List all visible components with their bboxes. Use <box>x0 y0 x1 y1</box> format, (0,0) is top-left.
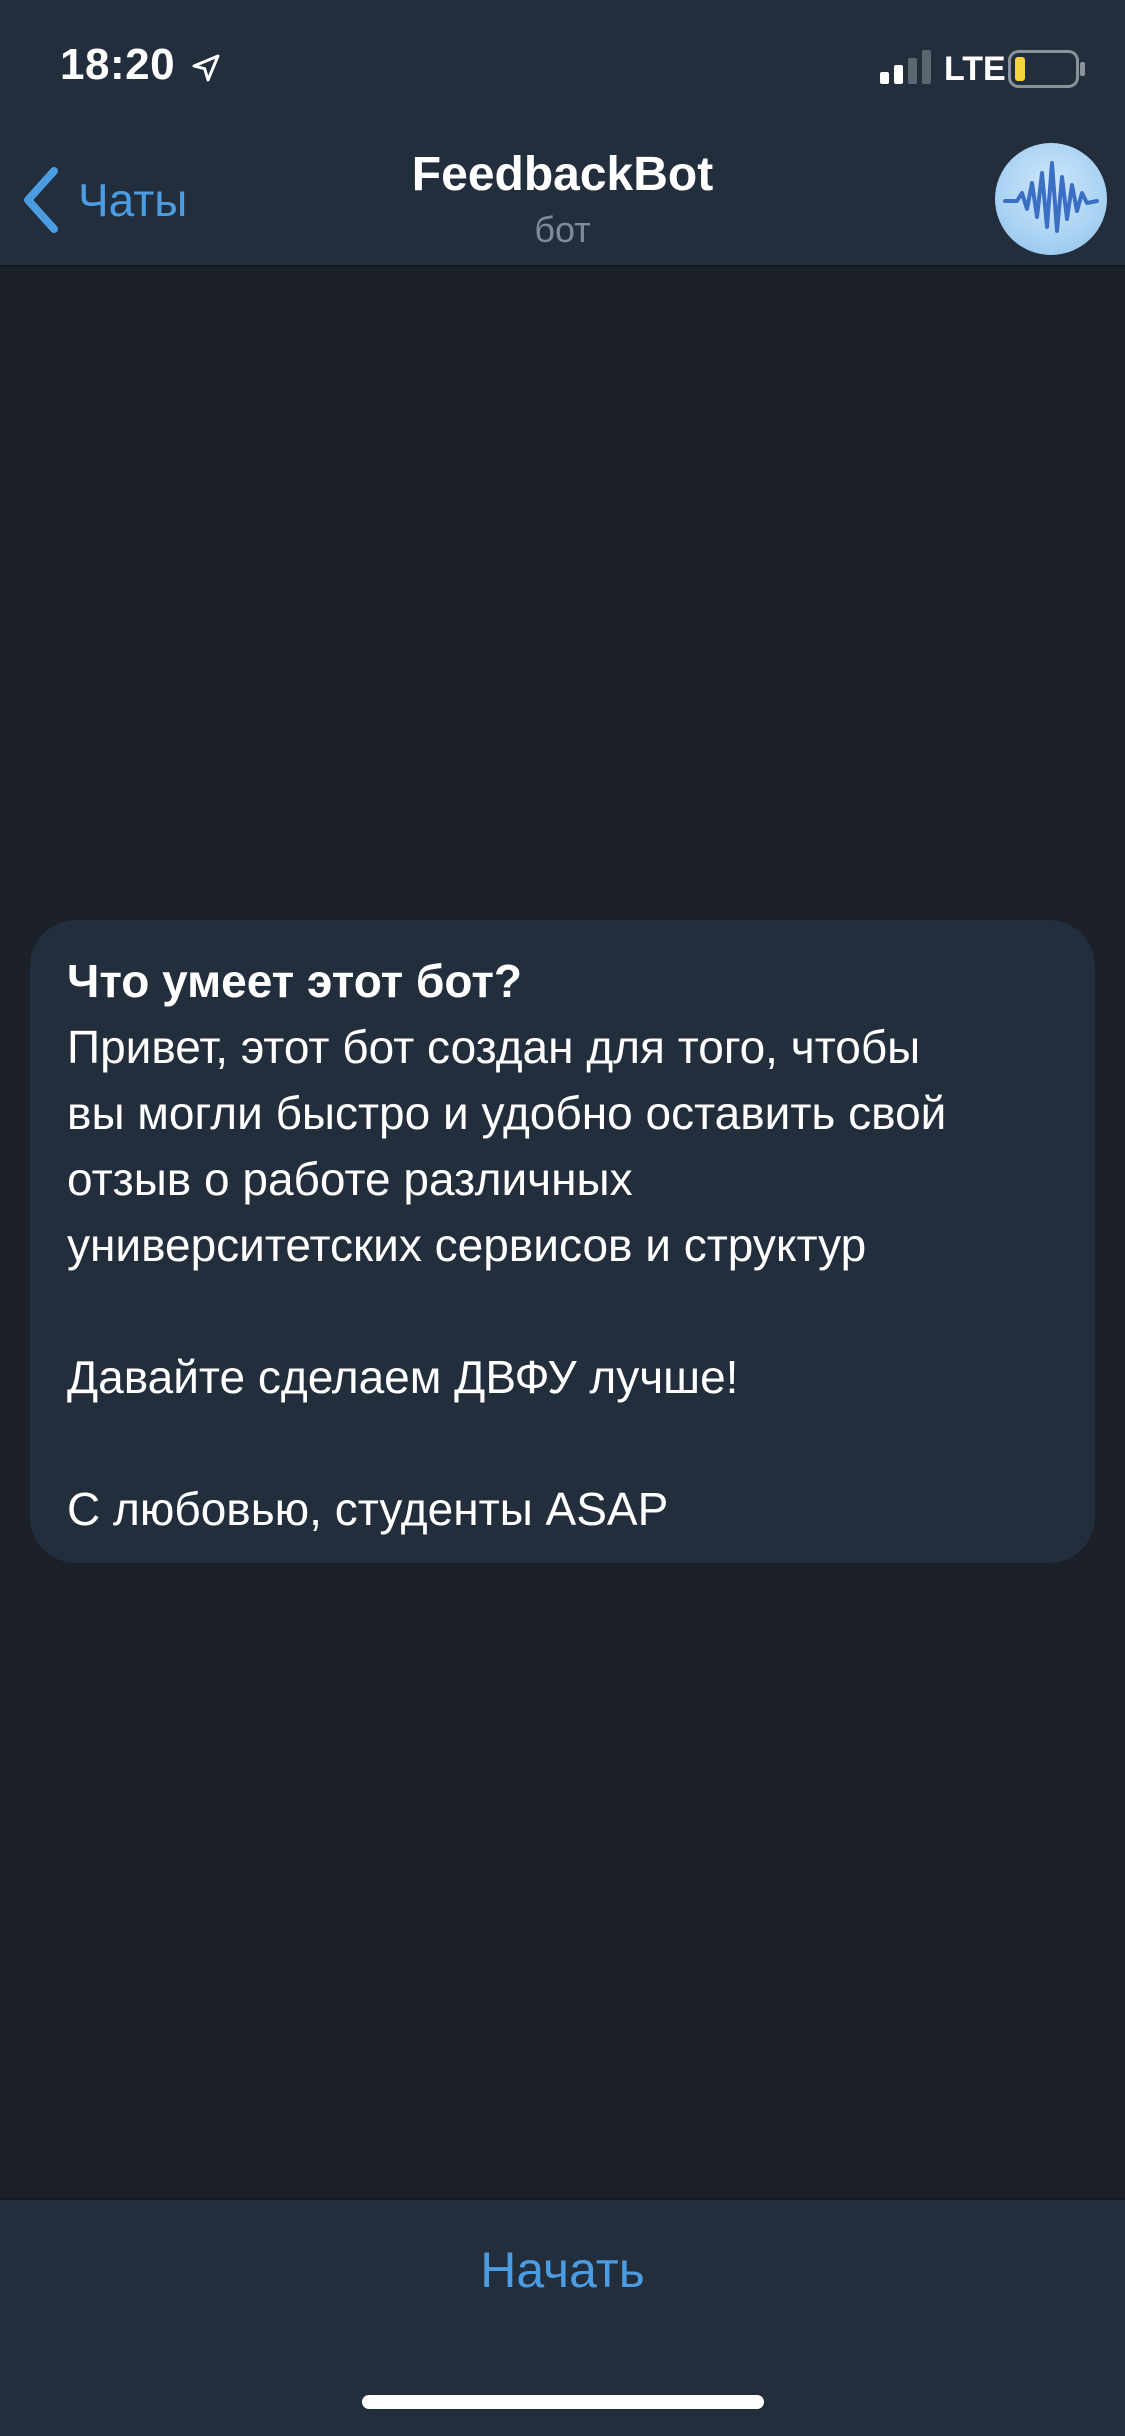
start-button[interactable]: Начать <box>0 2200 1125 2340</box>
chevron-left-icon <box>24 167 58 233</box>
sound-wave-icon <box>1003 161 1099 233</box>
status-time: 18:20 <box>60 40 176 89</box>
bot-description-title: Что умеет этот бот? <box>67 955 522 1007</box>
back-label: Чаты <box>78 174 188 226</box>
location-arrow-icon <box>192 54 220 82</box>
avatar[interactable] <box>995 143 1107 255</box>
home-indicator[interactable] <box>362 2395 764 2409</box>
bot-description-card: Что умеет этот бот? Привет, этот бот соз… <box>30 920 1095 1563</box>
chat-subtitle: бот <box>534 209 591 250</box>
top-bar: 18:20 LTE Чаты FeedbackBot бот <box>0 0 1125 267</box>
chat-title: FeedbackBot <box>411 148 714 201</box>
bot-description-text: Привет, этот бот создан для того, чтобы … <box>67 1021 947 1535</box>
telegram-chat-screen: 18:20 LTE Чаты FeedbackBot бот Что умеет… <box>0 0 1125 2436</box>
back-button[interactable]: Чаты <box>20 160 187 240</box>
chat-header-info[interactable]: FeedbackBot бот <box>300 145 825 253</box>
signal-icon <box>880 50 931 84</box>
network-type: LTE <box>944 50 1006 88</box>
battery-icon <box>1008 50 1085 88</box>
